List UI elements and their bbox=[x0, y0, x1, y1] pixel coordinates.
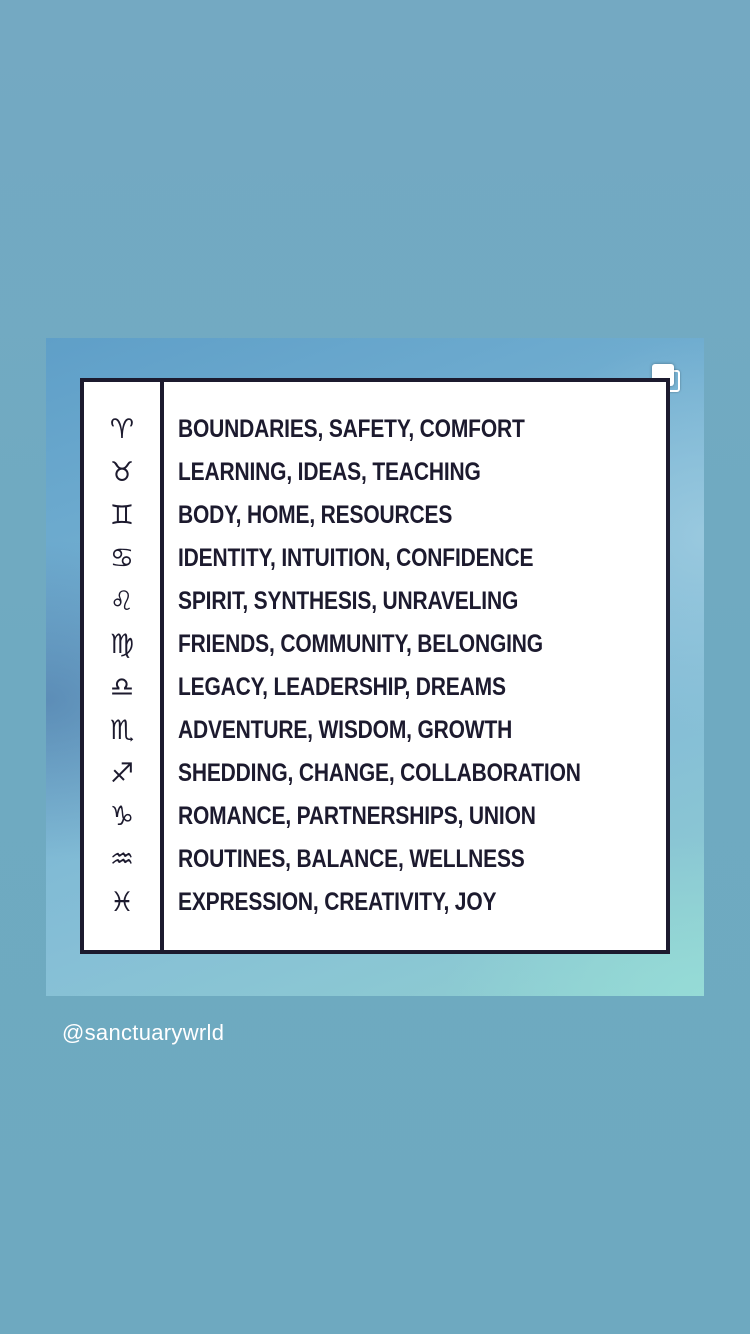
table-row: ♊︎ BODY, HOME, RESOURCES bbox=[84, 494, 666, 537]
table-row: ♏︎ ADVENTURE, WISDOM, GROWTH bbox=[84, 709, 666, 752]
aries-icon: ♈︎ bbox=[109, 414, 135, 445]
libra-icon: ♎︎ bbox=[109, 672, 135, 703]
username-mention[interactable]: @sanctuarywrld bbox=[62, 1020, 224, 1046]
taurus-icon: ♉︎ bbox=[109, 457, 135, 488]
gemini-icon: ♊︎ bbox=[109, 500, 135, 531]
row-label: ADVENTURE, WISDOM, GROWTH bbox=[178, 716, 513, 744]
scorpio-icon: ♏︎ bbox=[109, 715, 135, 746]
row-label: SHEDDING, CHANGE, COLLABORATION bbox=[178, 759, 581, 787]
row-label: FRIENDS, COMMUNITY, BELONGING bbox=[178, 630, 543, 658]
virgo-icon: ♍︎ bbox=[109, 629, 135, 660]
table-row: ♋︎ IDENTITY, INTUITION, CONFIDENCE bbox=[84, 537, 666, 580]
row-label: LEARNING, IDEAS, TEACHING bbox=[178, 458, 481, 486]
table-row: ♎︎ LEGACY, LEADERSHIP, DREAMS bbox=[84, 666, 666, 709]
row-label: SPIRIT, SYNTHESIS, UNRAVELING bbox=[178, 587, 519, 615]
row-label: ROUTINES, BALANCE, WELLNESS bbox=[178, 845, 525, 873]
table-row: ♉︎ LEARNING, IDEAS, TEACHING bbox=[84, 451, 666, 494]
table-row: ♌︎ SPIRIT, SYNTHESIS, UNRAVELING bbox=[84, 580, 666, 623]
table-row: ♈︎ BOUNDARIES, SAFETY, COMFORT bbox=[84, 408, 666, 451]
aquarius-icon: ♒︎ bbox=[109, 844, 135, 875]
table-row: ♓︎ EXPRESSION, CREATIVITY, JOY bbox=[84, 881, 666, 924]
zodiac-table: ♈︎ BOUNDARIES, SAFETY, COMFORT ♉︎ LEARNING,… bbox=[80, 378, 670, 954]
row-label: BOUNDARIES, SAFETY, COMFORT bbox=[178, 415, 525, 443]
table-row: ♑︎ ROMANCE, PARTNERSHIPS, UNION bbox=[84, 795, 666, 838]
table-row: ♒︎ ROUTINES, BALANCE, WELLNESS bbox=[84, 838, 666, 881]
capricorn-icon: ♑︎ bbox=[109, 801, 135, 832]
row-label: ROMANCE, PARTNERSHIPS, UNION bbox=[178, 802, 536, 830]
shared-post-card[interactable]: ♈︎ BOUNDARIES, SAFETY, COMFORT ♉︎ LEARNING,… bbox=[46, 338, 704, 996]
zodiac-rows: ♈︎ BOUNDARIES, SAFETY, COMFORT ♉︎ LEARNING,… bbox=[84, 408, 666, 924]
row-label: EXPRESSION, CREATIVITY, JOY bbox=[178, 888, 497, 916]
table-row: ♍︎ FRIENDS, COMMUNITY, BELONGING bbox=[84, 623, 666, 666]
pisces-icon: ♓︎ bbox=[109, 887, 135, 918]
leo-icon: ♌︎ bbox=[109, 586, 135, 617]
sagittarius-icon: ♐︎ bbox=[109, 758, 135, 789]
row-label: LEGACY, LEADERSHIP, DREAMS bbox=[178, 673, 506, 701]
cancer-icon: ♋︎ bbox=[109, 543, 135, 574]
row-label: IDENTITY, INTUITION, CONFIDENCE bbox=[178, 544, 534, 572]
table-row: ♐︎ SHEDDING, CHANGE, COLLABORATION bbox=[84, 752, 666, 795]
row-label: BODY, HOME, RESOURCES bbox=[178, 501, 453, 529]
